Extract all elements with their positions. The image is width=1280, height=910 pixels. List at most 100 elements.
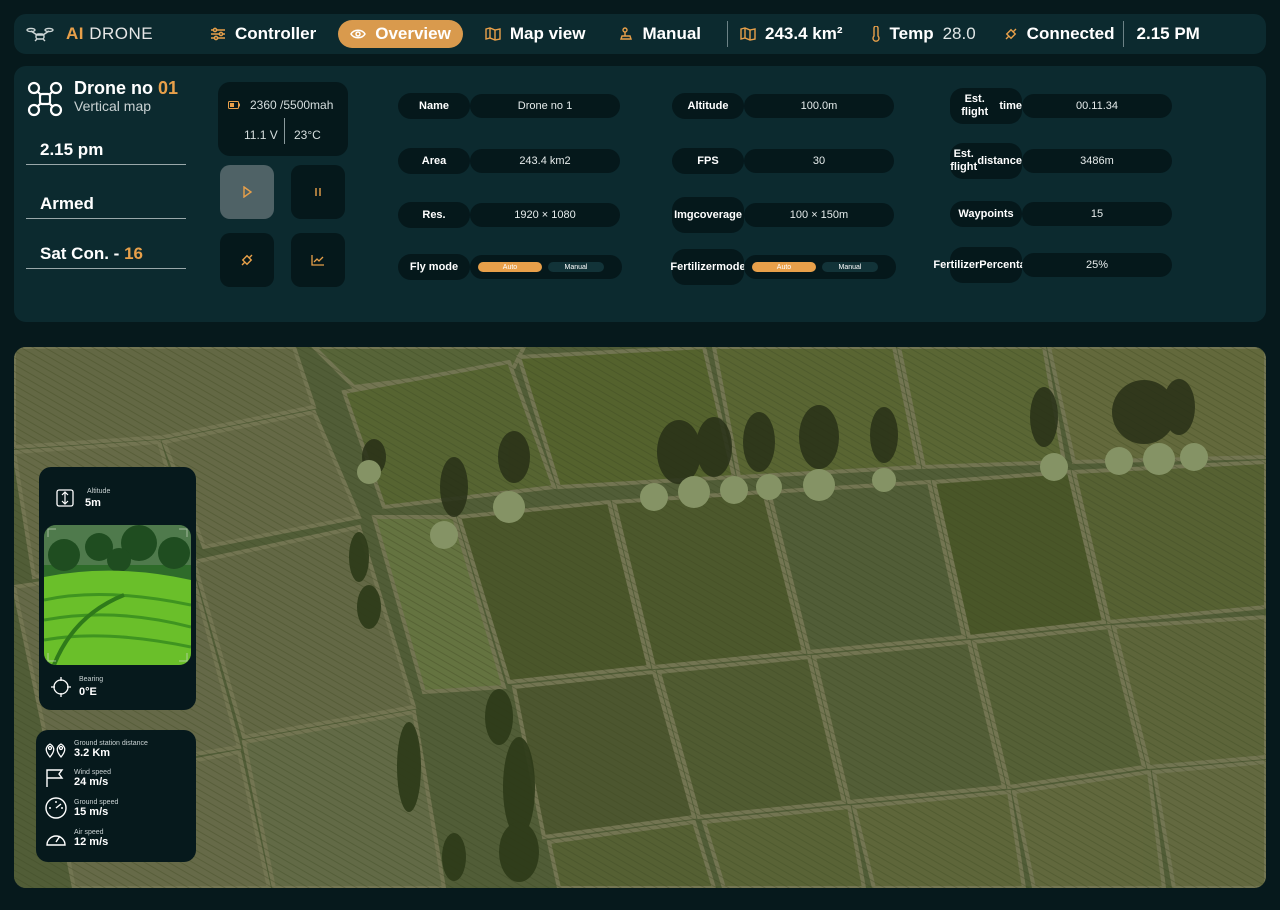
flight-time-value: 00.11.34 xyxy=(1022,94,1172,118)
battery-temperature: 23°C xyxy=(294,128,321,142)
air-speed: Air speed 12 m/s xyxy=(44,828,108,848)
fly-mode-toggle[interactable]: Auto Manual xyxy=(470,255,622,279)
joystick-icon xyxy=(619,27,633,41)
satellite-icon xyxy=(1004,27,1018,41)
battery-capacity: 2360 /5500mah xyxy=(250,98,334,112)
satellite-icon xyxy=(240,253,254,267)
line-chart-icon xyxy=(311,254,325,266)
quadcopter-icon xyxy=(26,80,64,118)
area-stat: 243.4 km² xyxy=(740,24,843,44)
sat-count: 16 xyxy=(124,244,143,263)
field-img-coverage: Img coverage 100 × 150m xyxy=(672,197,894,233)
field-fps: FPS 30 xyxy=(672,148,894,174)
analytics-button[interactable] xyxy=(291,233,345,287)
field-flight-time: Est. flight time 00.11.34 xyxy=(950,88,1172,124)
altitude-value: 100.0m xyxy=(744,94,894,118)
battery-divider xyxy=(284,118,285,144)
map-icon xyxy=(740,27,756,41)
speedometer-icon xyxy=(44,796,68,820)
fertilizer-mode-manual[interactable]: Manual xyxy=(822,262,878,272)
flight-distance-label-line2: distance xyxy=(977,154,1022,167)
cam-altitude-label: Altitude xyxy=(87,488,111,495)
waypoints-label: Waypoints xyxy=(950,201,1022,227)
ground-station-distance: Ground station distance 3.2 Km xyxy=(44,740,148,759)
fertilizer-mode-label-line1: Fertilizer xyxy=(670,260,717,273)
pause-button[interactable] xyxy=(291,165,345,219)
flight-time-label: Est. flight time xyxy=(950,88,1022,124)
drone-armed-state: Armed xyxy=(26,194,186,219)
flag-icon xyxy=(44,768,66,788)
area-label: Area xyxy=(398,148,470,174)
battery-voltage: 11.1 V xyxy=(244,128,278,142)
field-altitude: Altitude 100.0m xyxy=(672,93,894,119)
temperature-stat: Temp 28.0 xyxy=(871,24,976,44)
flight-distance-value: 3486m xyxy=(1022,149,1172,173)
wind-speed-label: Wind speed xyxy=(74,768,111,776)
field-fly-mode: Fly mode Auto Manual xyxy=(398,254,622,280)
bearing-crosshair-icon xyxy=(50,676,72,703)
nav-divider xyxy=(727,21,728,47)
altitude-icon xyxy=(56,489,74,512)
satellite-connections: Sat Con. - 16 xyxy=(26,244,186,269)
air-speed-value: 12 m/s xyxy=(74,835,109,848)
cam-altitude-value: 5m xyxy=(85,497,101,509)
camera-live-view[interactable] xyxy=(44,525,191,665)
telemetry-card: Ground station distance 3.2 Km Wind speed… xyxy=(36,730,196,862)
ground-speed: Ground speed 15 m/s xyxy=(44,796,118,820)
current-time: 2.15 PM xyxy=(1136,24,1200,43)
fly-mode-manual[interactable]: Manual xyxy=(548,262,604,272)
fertilizer-percentage-value: 25% xyxy=(1022,253,1172,277)
ground-speed-value: 15 m/s xyxy=(74,805,109,818)
fertilizer-mode-label-line2: mode xyxy=(716,260,746,273)
eye-icon xyxy=(350,28,367,40)
field-fertilizer-percentage: Fertilizer Percentage 25% xyxy=(933,247,1172,283)
name-value: Drone no 1 xyxy=(470,94,620,118)
waypoints-value: 15 xyxy=(1022,202,1172,226)
fertilizer-mode-auto[interactable]: Auto xyxy=(752,262,816,272)
pause-icon xyxy=(312,186,324,198)
sat-label: Sat Con. - xyxy=(40,244,120,263)
wind-speed-value: 24 m/s xyxy=(74,775,109,788)
field-name: Name Drone no 1 xyxy=(398,93,620,119)
drone-time: 2.15 pm xyxy=(26,140,186,165)
app-logo[interactable]: AI DRONE xyxy=(26,24,176,44)
main-nav: Controller Overview Map view Manual xyxy=(198,20,723,48)
fly-mode-auto[interactable]: Auto xyxy=(478,262,542,272)
logo-ai-text: AI xyxy=(66,24,84,43)
drone-number: 01 xyxy=(158,78,179,98)
tab-map-view[interactable]: Map view xyxy=(473,20,598,48)
fps-label: FPS xyxy=(672,148,744,174)
drone-title: Drone no 01 xyxy=(74,78,178,98)
fps-value: 30 xyxy=(744,149,894,173)
name-label: Name xyxy=(398,93,470,119)
clock-divider xyxy=(1122,21,1124,47)
thermometer-icon xyxy=(871,26,881,42)
tab-overview[interactable]: Overview xyxy=(338,20,463,48)
tab-manual-label: Manual xyxy=(642,24,701,43)
top-navigation-bar: AI DRONE Controller Overview Map view Ma… xyxy=(14,14,1266,54)
fertilizer-percentage-label-line1: Fertilizer xyxy=(933,258,980,271)
gs-distance-label: Ground station distance xyxy=(74,740,148,747)
satellite-button[interactable] xyxy=(220,233,274,287)
rice-field-image xyxy=(44,525,191,665)
aerial-map-view[interactable] xyxy=(14,347,1266,888)
wind-speed: Wind speed 24 m/s xyxy=(44,768,111,788)
resolution-label: Res. xyxy=(398,202,470,228)
field-waypoints: Waypoints 15 xyxy=(950,201,1172,227)
fertilizer-mode-toggle[interactable]: Auto Manual xyxy=(744,255,896,279)
temperature-label: Temp xyxy=(889,24,934,43)
tab-manual[interactable]: Manual xyxy=(607,20,713,48)
bearing-value: 0°E xyxy=(79,686,97,698)
tab-controller[interactable]: Controller xyxy=(198,20,328,48)
battery-box: 2360 /5500mah 11.1 V 23°C xyxy=(218,82,348,156)
flight-time-label-line1: Est. flight xyxy=(961,93,989,118)
battery-icon xyxy=(228,101,240,109)
field-flight-distance: Est. flight distance 3486m xyxy=(950,143,1172,179)
camera-feed-card: Altitude 5m Bearing 0°E xyxy=(39,467,196,710)
flight-distance-label-line1: Est. flight xyxy=(950,148,978,173)
logo-drone-text: DRONE xyxy=(89,24,154,43)
img-coverage-label-line2: coverage xyxy=(693,208,742,221)
field-fertilizer-mode: Fertilizer mode Auto Manual xyxy=(670,249,896,285)
sliders-icon xyxy=(210,27,226,41)
play-button[interactable] xyxy=(220,165,274,219)
